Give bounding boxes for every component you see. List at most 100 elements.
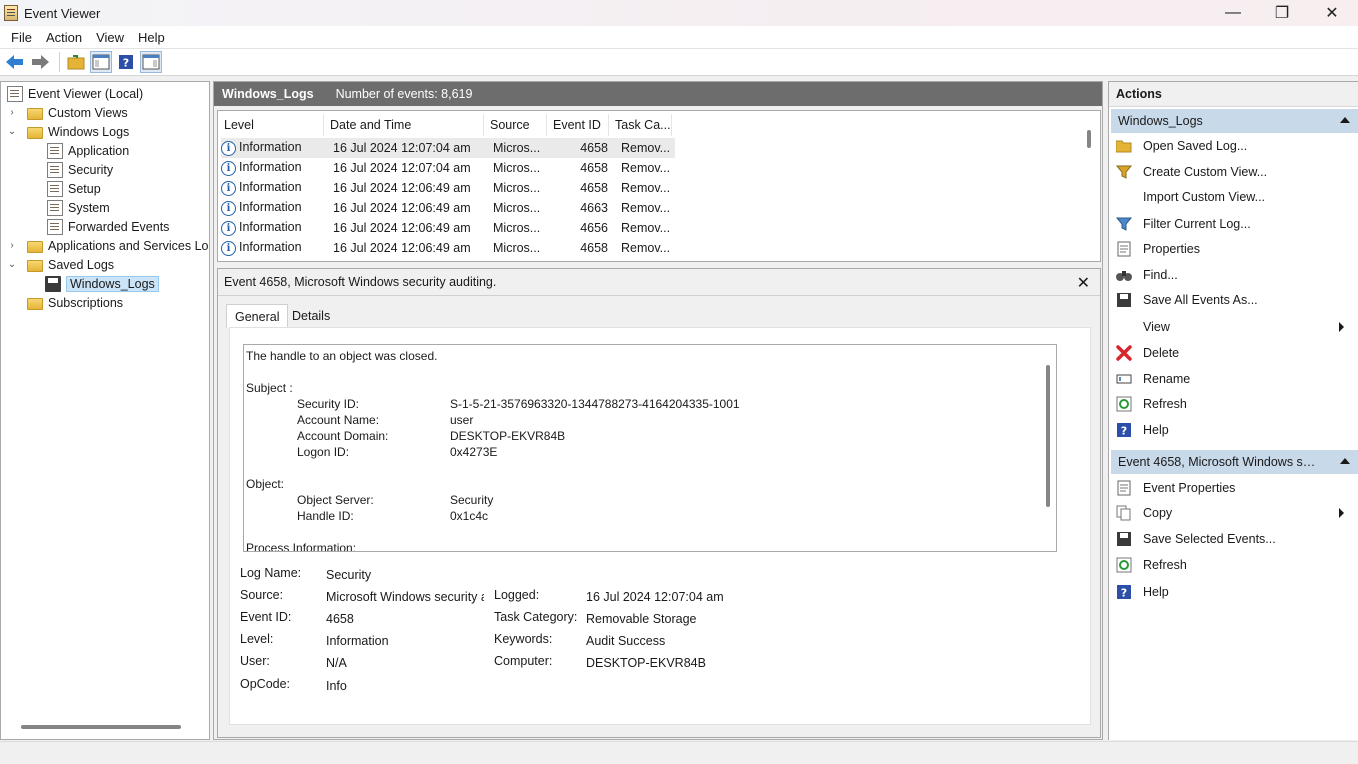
console-tree: Event Viewer (Local) › Custom Views ⌄ Wi… (0, 81, 210, 740)
tree-item-windows-logs[interactable]: ⌄ Windows Logs (7, 122, 129, 141)
grid-vertical-scrollbar[interactable] (1087, 130, 1091, 148)
svg-text:?: ? (123, 57, 129, 70)
action-event-properties[interactable]: Event Properties (1115, 477, 1235, 499)
event-id-cell: 4663 (580, 201, 608, 215)
tab-general[interactable]: General (226, 304, 289, 328)
menu-action[interactable]: Action (39, 26, 89, 49)
event-id-label: Event ID: (240, 610, 292, 624)
action-rename[interactable]: Rename (1115, 368, 1190, 390)
action-refresh-event[interactable]: Refresh (1115, 554, 1187, 576)
event-count: Number of events: 8,619 (335, 87, 473, 101)
table-row[interactable]: i Information 16 Jul 2024 12:06:49 am Micro… (221, 198, 675, 218)
tree-item-windows-logs-saved[interactable]: Windows_Logs (45, 274, 159, 293)
action-save-all-events[interactable]: Save All Events As... (1115, 289, 1258, 311)
action-help-event[interactable]: ? Help (1115, 581, 1169, 603)
submenu-arrow-icon (1339, 508, 1344, 518)
collapse-arrow-icon[interactable] (1340, 117, 1350, 123)
tree-item-subscriptions[interactable]: Subscriptions (27, 293, 123, 312)
level-cell: i Information (221, 240, 327, 256)
table-row[interactable]: i Information 16 Jul 2024 12:06:49 am Micro… (221, 238, 675, 258)
column-source[interactable]: Source (484, 114, 547, 136)
action-group-label: Windows_Logs (1118, 114, 1203, 128)
action-open-saved-log[interactable]: Open Saved Log... (1115, 135, 1247, 157)
description-scrollbar[interactable] (1046, 365, 1050, 507)
tree-item-root[interactable]: Event Viewer (Local) (7, 84, 143, 103)
task-category-cell: Remov... (621, 141, 671, 155)
table-row[interactable]: i Information 16 Jul 2024 12:07:04 am Micro… (221, 138, 675, 158)
table-row[interactable]: i Information 16 Jul 2024 12:06:49 am Micro… (221, 178, 675, 198)
tree-item-apps-services-logs[interactable]: › Applications and Services Logs (7, 236, 209, 255)
action-view[interactable]: View (1115, 316, 1353, 338)
chevron-down-icon[interactable]: ⌄ (7, 126, 17, 137)
help-toolbar-button[interactable]: ? (115, 51, 137, 73)
maximize-button[interactable]: ❐ (1257, 0, 1307, 26)
action-filter-current-log[interactable]: Filter Current Log... (1115, 213, 1251, 235)
tab-details[interactable]: Details (284, 304, 338, 328)
back-button[interactable] (4, 51, 26, 73)
chevron-right-icon[interactable]: › (7, 107, 17, 118)
column-date-time[interactable]: Date and Time (324, 114, 484, 136)
log-icon (47, 218, 63, 235)
event-description[interactable]: The handle to an object was closed. Subj… (243, 344, 1057, 552)
account-domain-label: Account Domain: (297, 429, 389, 443)
close-button[interactable]: ✕ (1307, 0, 1357, 26)
tree-item-system[interactable]: System (47, 198, 110, 217)
action-save-selected-events[interactable]: Save Selected Events... (1115, 528, 1276, 550)
action-find[interactable]: Find... (1115, 264, 1178, 286)
tree-label: Windows Logs (48, 124, 130, 139)
collapse-arrow-icon[interactable] (1340, 458, 1350, 464)
delete-icon (1115, 344, 1133, 362)
object-server-value: Security (450, 493, 494, 507)
show-hide-action-pane-button[interactable] (140, 51, 162, 73)
minimize-button[interactable]: — (1208, 0, 1258, 26)
save-icon (1115, 291, 1133, 309)
tree-item-security[interactable]: Security (47, 160, 113, 179)
forward-button[interactable] (29, 51, 51, 73)
action-delete[interactable]: Delete (1115, 342, 1179, 364)
action-properties[interactable]: Properties (1115, 238, 1200, 260)
tree-item-custom-views[interactable]: › Custom Views (7, 103, 128, 122)
tree-item-forwarded-events[interactable]: Forwarded Events (47, 217, 169, 236)
column-event-id[interactable]: Event ID (547, 114, 609, 136)
handle-id-value: 0x1c4c (450, 509, 489, 523)
folder-icon (27, 107, 43, 120)
action-create-custom-view[interactable]: Create Custom View... (1115, 161, 1267, 183)
action-label: Properties (1143, 242, 1200, 256)
event-id-cell: 4658 (580, 161, 608, 175)
menu-help[interactable]: Help (131, 26, 172, 49)
up-folder-button[interactable] (65, 51, 87, 73)
action-group-event[interactable]: Event 4658, Microsoft Windows security a… (1111, 450, 1358, 474)
action-refresh[interactable]: Refresh (1115, 393, 1187, 415)
menu-view[interactable]: View (89, 26, 131, 49)
task-category-value: Removable Storage (586, 612, 697, 626)
properties-icon (1115, 240, 1133, 258)
action-import-custom-view[interactable]: Import Custom View... (1115, 186, 1265, 208)
column-task-category[interactable]: Task Ca... (609, 114, 672, 136)
tree-label: System (68, 200, 110, 215)
action-label: View (1143, 320, 1170, 334)
table-row[interactable]: i Information 16 Jul 2024 12:06:49 am Micro… (221, 218, 675, 238)
close-detail-icon[interactable]: ✕ (1077, 273, 1090, 293)
tree-item-application[interactable]: Application (47, 141, 129, 160)
action-help[interactable]: ? Help (1115, 419, 1169, 441)
menu-file[interactable]: File (4, 26, 39, 49)
action-label: Create Custom View... (1143, 165, 1268, 179)
binoculars-icon (1115, 266, 1133, 284)
folder-icon (27, 126, 43, 139)
log-icon (47, 142, 63, 159)
task-category-label: Task Category: (494, 610, 578, 624)
chevron-down-icon[interactable]: ⌄ (7, 259, 17, 270)
action-copy[interactable]: Copy (1115, 502, 1353, 524)
chevron-right-icon[interactable]: › (7, 240, 17, 251)
tree-item-saved-logs[interactable]: ⌄ Saved Logs (7, 255, 114, 274)
action-group-windows-logs[interactable]: Windows_Logs (1111, 109, 1358, 133)
tree-horizontal-scrollbar[interactable] (21, 725, 181, 729)
action-label: Help (1143, 585, 1169, 599)
table-row[interactable]: i Information 16 Jul 2024 12:07:04 am Micro… (221, 158, 675, 178)
show-hide-console-tree-button[interactable] (90, 51, 112, 73)
log-icon (47, 180, 63, 197)
filter-icon (1115, 163, 1133, 181)
column-level[interactable]: Level (218, 114, 324, 136)
tree-item-setup[interactable]: Setup (47, 179, 101, 198)
action-pane-icon (142, 54, 160, 70)
